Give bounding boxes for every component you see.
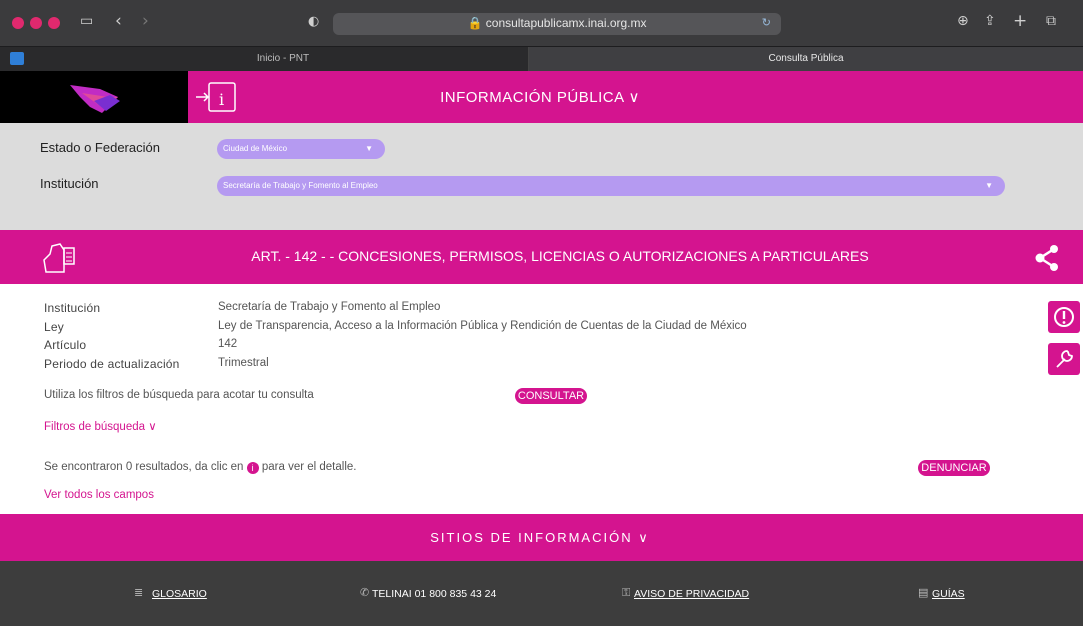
info-login-icon[interactable]: i (194, 80, 240, 114)
info-value-institucion: Secretaría de Trabajo y Fomento al Emple… (218, 301, 441, 313)
results-text: Se encontraron 0 resultados, da clic en … (44, 461, 356, 474)
wrench-icon (1056, 350, 1073, 368)
glossary-icon: ≣ (134, 586, 144, 599)
tab-overview-icon[interactable]: ⧉ (1046, 13, 1056, 29)
aviso-privacidad-link[interactable]: AVISO DE PRIVACIDAD (634, 588, 749, 600)
institucion-label: Institución (40, 176, 99, 191)
info-value-articulo: 142 (218, 338, 238, 350)
consultar-button[interactable]: CONSULTAR (515, 388, 587, 404)
forward-icon[interactable]: › (142, 11, 149, 31)
address-bar[interactable]: 🔒 consultapublicamx.inai.org.mx ↻ (333, 13, 781, 35)
results-post: para ver el detalle. (261, 461, 357, 473)
tab-bar: Inicio - PNT Consulta Pública (0, 46, 1083, 71)
svg-text:i: i (219, 90, 224, 109)
sitios-informacion-menu[interactable]: SITIOS DE INFORMACIÓN ∨ (380, 530, 700, 546)
pnt-logo-icon (70, 85, 120, 113)
estado-select[interactable]: Ciudad de México ▼ (217, 139, 385, 159)
search-hint: Utiliza los filtros de búsqueda para aco… (44, 389, 314, 401)
estado-value: Ciudad de México (223, 144, 288, 153)
new-tab-icon[interactable]: + (1013, 11, 1027, 31)
chevron-down-icon: ▼ (985, 181, 993, 190)
institucion-value: Secretaría de Trabajo y Fomento al Emple… (223, 181, 378, 190)
minimize-window-icon[interactable] (30, 17, 42, 29)
tab-consulta[interactable]: Consulta Pública (529, 47, 1083, 71)
privacy-icon: ⚿ (622, 586, 631, 599)
url-value: consultapublicamx.inai.org.mx (485, 16, 647, 30)
download-icon[interactable]: ⊕ (957, 13, 969, 29)
info-label-ley: Ley (44, 320, 64, 334)
sidebar-icon[interactable]: ▭ (80, 13, 93, 29)
info-value-ley: Ley de Transparencia, Acceso a la Inform… (218, 320, 747, 332)
phone-icon: ✆ (360, 586, 370, 599)
pinned-tab-icon[interactable] (10, 52, 24, 65)
close-window-icon[interactable] (12, 17, 24, 29)
filters-panel: Estado o Federación Ciudad de México ▼ I… (0, 123, 1083, 230)
info-label-periodo: Periodo de actualización (44, 357, 180, 371)
tab-label: Inicio - PNT (256, 53, 310, 64)
telinai-link[interactable]: TELINAI 01 800 835 43 24 (372, 588, 496, 600)
share-icon[interactable] (1034, 244, 1060, 272)
tab-label: Consulta Pública (768, 53, 844, 64)
zoom-window-icon[interactable] (48, 17, 60, 29)
ver-todos-link[interactable]: Ver todos los campos (44, 489, 154, 501)
alert-icon (1054, 307, 1074, 327)
tools-side-button[interactable] (1048, 343, 1080, 375)
results-pre: Se encontraron 0 resultados, da clic en (44, 461, 244, 473)
info-icon: i (246, 462, 259, 474)
shield-icon[interactable]: ◐ (308, 14, 319, 29)
info-value-periodo: Trimestral (218, 357, 269, 369)
guides-icon: ▤ (918, 586, 929, 599)
info-label-articulo: Artículo (44, 338, 87, 352)
reload-icon[interactable]: ↻ (762, 16, 771, 29)
browser-toolbar: ▭ ‹ › ◐ 🔒 consultapublicamx.inai.org.mx … (0, 0, 1083, 46)
filtros-busqueda-link[interactable]: Filtros de búsqueda ∨ (44, 419, 157, 433)
article-title: ART. - 142 - - CONCESIONES, PERMISOS, LI… (251, 248, 869, 264)
alert-side-button[interactable] (1048, 301, 1080, 333)
guias-link[interactable]: GUÍAS (932, 588, 965, 600)
denunciar-button[interactable]: DENUNCIAR (918, 460, 990, 476)
institucion-select[interactable]: Secretaría de Trabajo y Fomento al Emple… (217, 176, 1005, 196)
chevron-down-icon: ▼ (365, 144, 373, 153)
tab-inicio[interactable]: Inicio - PNT (38, 47, 529, 71)
url-text: 🔒 consultapublicamx.inai.org.mx (467, 16, 647, 30)
site-logo[interactable] (0, 71, 188, 123)
map-document-icon (43, 243, 75, 273)
estado-label: Estado o Federación (40, 140, 160, 155)
informacion-publica-menu[interactable]: INFORMACIÓN PÚBLICA ∨ (240, 88, 840, 106)
info-label-institucion: Institución (44, 301, 101, 315)
share-icon[interactable]: ⇪ (984, 13, 996, 29)
back-icon[interactable]: ‹ (115, 11, 122, 31)
glosario-link[interactable]: GLOSARIO (152, 588, 207, 600)
